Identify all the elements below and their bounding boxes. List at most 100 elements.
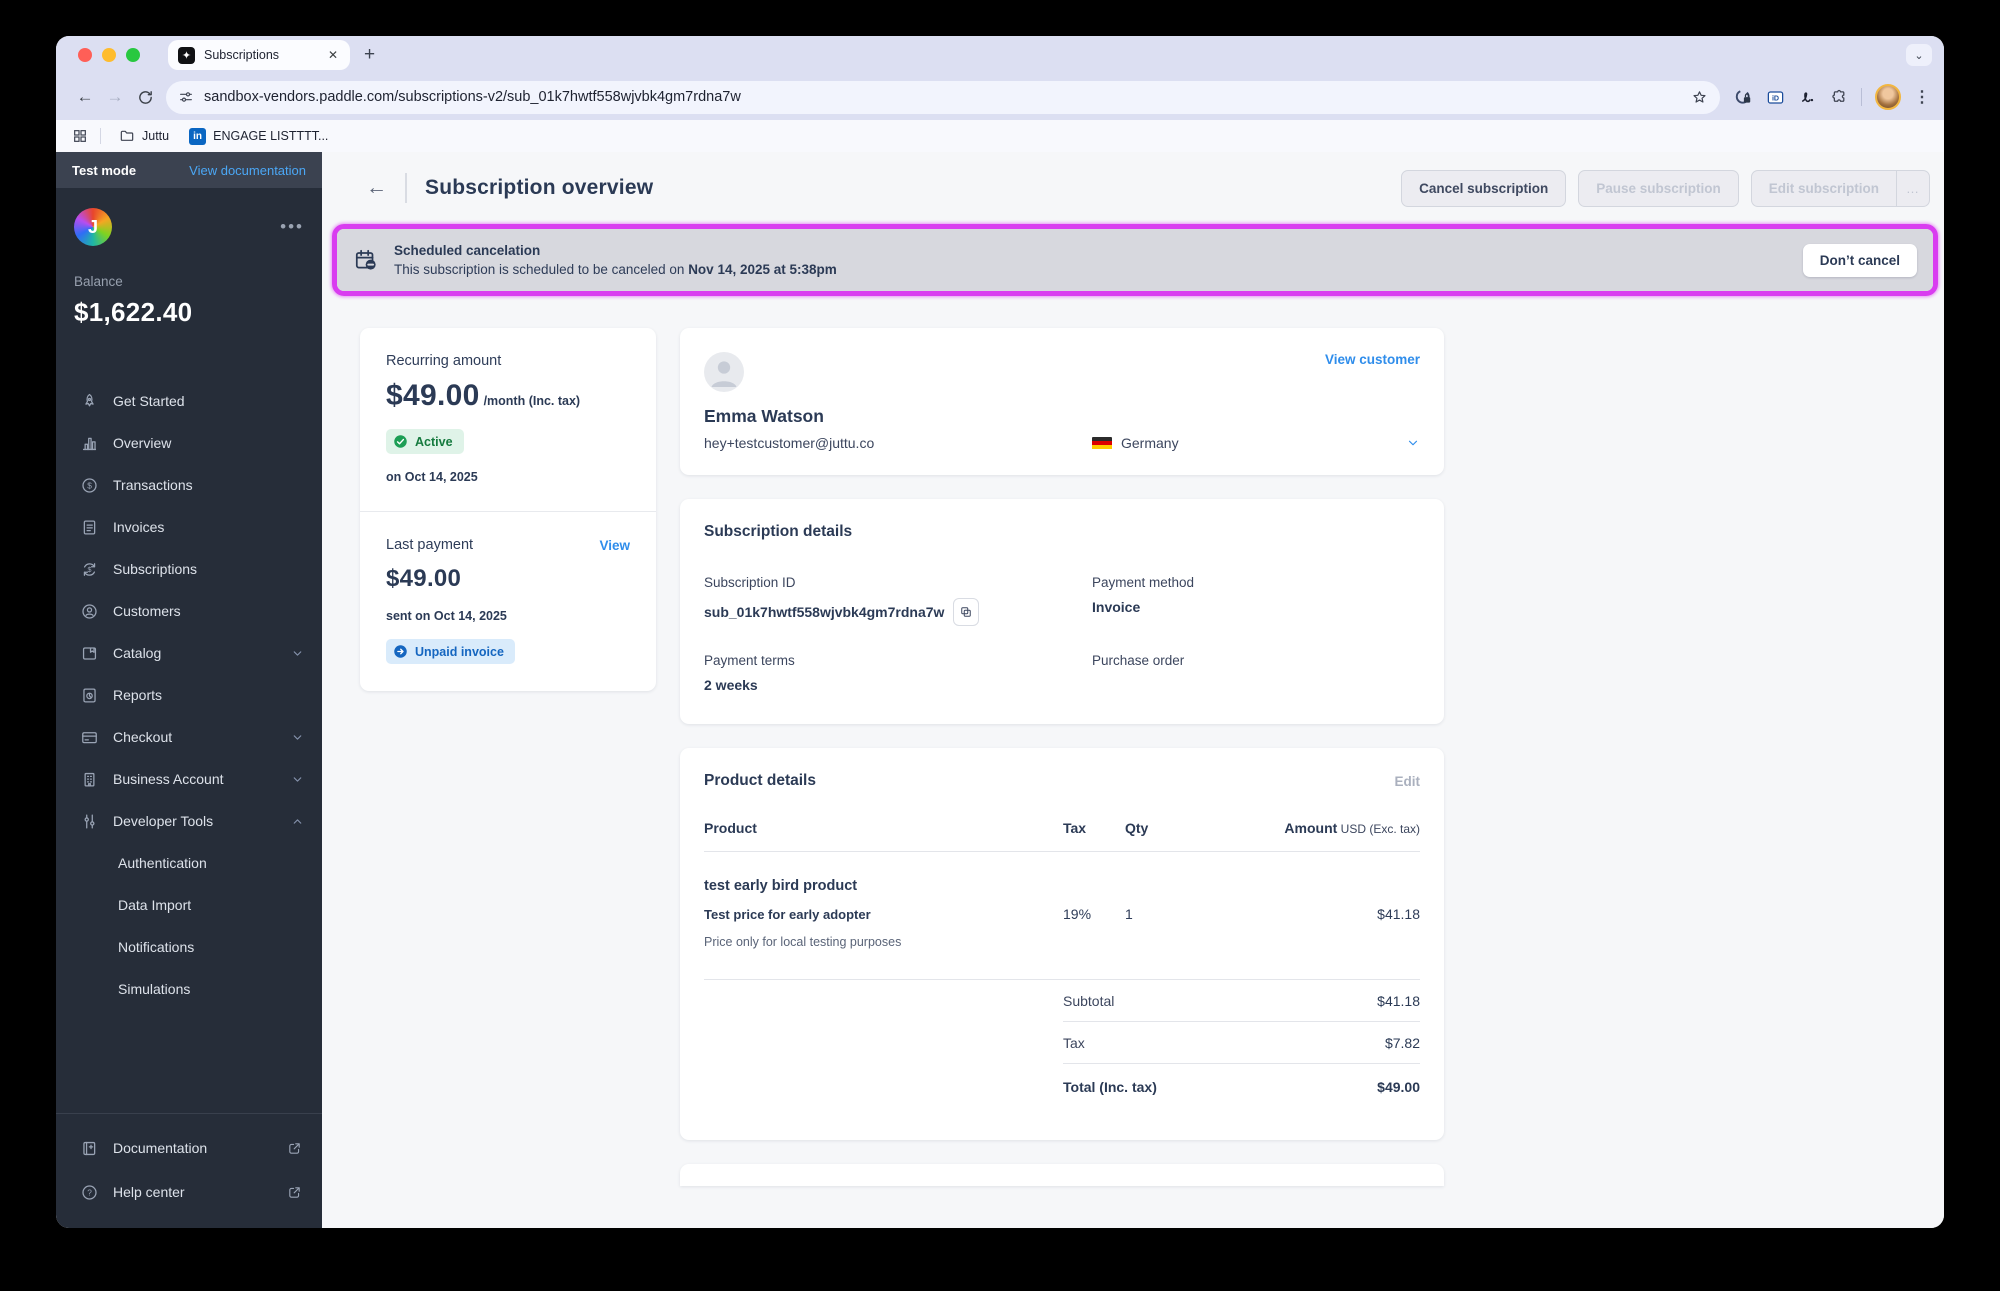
last-payment-section: Last payment View $49.00 sent on Oct 14,… [360,512,656,691]
building-icon [80,770,99,789]
sidebar-subitem-label: Authentication [118,855,207,871]
id-extension-icon[interactable]: iD [1766,88,1785,107]
totals-table: Subtotal $41.18 Tax $7.82 Total (Inc. tax)… [1063,980,1420,1110]
sidebar-item-catalog[interactable]: Catalog [56,632,322,674]
sidebar-item-label: Customers [113,603,181,619]
browser-toolbar: ← → sandbox-vendors.paddle.com/subscript… [56,74,1944,120]
sidebar-item-label: Help center [113,1184,185,1200]
edit-products-link[interactable]: Edit [1395,774,1421,789]
balance-label: Balance [74,274,123,289]
sidebar-item-label: Get Started [113,393,185,409]
sidebar-subitem-simulations[interactable]: Simulations [56,968,322,1010]
reload-icon[interactable] [130,82,160,112]
maximize-window-button[interactable] [126,48,140,62]
sidebar-item-developer-tools[interactable]: Developer Tools [56,800,322,842]
browser-menu-kebab-icon[interactable]: ⋮ [1914,87,1930,107]
dont-cancel-button[interactable]: Don’t cancel [1802,243,1917,277]
sidebar-item-transactions[interactable]: $ Transactions [56,464,322,506]
forward-icon[interactable]: → [100,82,130,112]
sidebar-item-overview[interactable]: Overview [56,422,322,464]
view-payment-link[interactable]: View [599,538,630,553]
back-arrow-icon[interactable]: ← [366,176,387,200]
minimize-window-button[interactable] [102,48,116,62]
product-table-header: Product Tax Qty Amount USD (Exc. tax) [704,820,1420,852]
recurring-amount-value: $49.00 [386,379,480,412]
apps-grid-icon[interactable] [72,128,88,144]
window-controls [78,48,140,62]
chevron-down-icon [291,731,304,744]
main-content: ← Subscription overview Cancel subscript… [322,152,1944,1228]
product-name: test early bird product [704,878,858,894]
dollar-circle-icon: $ [80,476,99,495]
sidebar-item-get-started[interactable]: Get Started [56,380,322,422]
password-manager-extension-icon[interactable] [1734,88,1753,107]
tab-close-icon[interactable]: ✕ [326,48,340,62]
close-window-button[interactable] [78,48,92,62]
recurring-dollar-icon: $ [80,560,99,579]
address-bar[interactable]: sandbox-vendors.paddle.com/subscriptions… [166,80,1720,114]
bookmark-label: Juttu [142,129,170,143]
sidebar-item-label: Reports [113,687,163,703]
folder-icon [120,130,134,141]
vendor-menu-ellipsis-icon[interactable]: ••• [280,217,304,237]
sidebar-item-business-account[interactable]: Business Account [56,758,322,800]
site-settings-icon[interactable] [178,89,194,105]
back-icon[interactable]: ← [70,82,100,112]
sidebar-item-customers[interactable]: Customers [56,590,322,632]
tab-title: Subscriptions [204,48,280,62]
copy-icon[interactable] [953,598,980,626]
sidebar-item-help-center[interactable]: ? Help center [56,1170,322,1214]
tab-search-button[interactable]: ⌄ [1906,44,1932,66]
sidebar-item-subscriptions[interactable]: $ Subscriptions [56,548,322,590]
sidebar-item-reports[interactable]: Reports [56,674,322,716]
column-product: Product [704,820,757,836]
product-details-title: Product details [704,772,816,789]
calendar-minus-icon [353,247,379,273]
sidebar-item-documentation[interactable]: Documentation [56,1126,322,1170]
customer-name: Emma Watson [704,406,824,426]
extensions-puzzle-icon[interactable] [1830,88,1848,106]
product-qty: 1 [1125,905,1133,922]
sidebar-subitem-label: Simulations [118,981,191,997]
test-mode-bar: Test mode View documentation [56,152,322,188]
pause-subscription-button[interactable]: Pause subscription [1578,169,1739,207]
payment-summary-card: Recurring amount $49.00/month (Inc. tax)… [360,328,656,691]
sidebar-subitem-authentication[interactable]: Authentication [56,842,322,884]
browser-tab[interactable]: ✦ Subscriptions ✕ [168,40,350,70]
new-tab-button[interactable]: + [364,44,375,66]
view-documentation-link[interactable]: View documentation [189,163,306,178]
url-text: sandbox-vendors.paddle.com/subscriptions… [204,89,741,105]
sidebar-subitem-notifications[interactable]: Notifications [56,926,322,968]
bookmark-folder-juttu[interactable]: Juttu [113,128,175,144]
field-subscription-id: Subscription ID sub_01k7hwtf558wjvbk4gm7… [704,575,1092,626]
browser-profile-avatar[interactable] [1875,84,1901,110]
view-customer-link[interactable]: View customer [1325,352,1420,367]
sidebar-item-invoices[interactable]: Invoices [56,506,322,548]
product-note: Price only for local testing purposes [704,935,902,949]
expand-chevron-down-icon[interactable] [1406,436,1420,450]
customer-country: Germany [1092,435,1406,451]
sidebar-item-label: Subscriptions [113,561,198,577]
bookmarks-divider [100,128,101,144]
unpaid-invoice-badge[interactable]: Unpaid invoice [386,639,515,664]
test-mode-label: Test mode [72,162,137,178]
bookmark-engage-list[interactable]: in ENGAGE LISTTTT... [183,127,334,145]
sidebar-item-label: Catalog [113,645,162,661]
bookmark-star-icon[interactable] [1691,89,1708,106]
vendor-avatar[interactable]: J [74,208,112,246]
check-circle-icon [394,435,407,448]
magenta-annotation-highlight: Scheduled cancelation This subscription … [332,224,1938,296]
cancel-subscription-button[interactable]: Cancel subscription [1401,169,1567,207]
sidebar-subitem-label: Data Import [118,897,192,913]
sidebar-item-checkout[interactable]: Checkout [56,716,322,758]
sidebar-subitem-data-import[interactable]: Data Import [56,884,322,926]
edit-subscription-button[interactable]: Edit subscription [1750,169,1896,207]
field-purchase-order: Purchase order [1092,653,1420,694]
report-document-icon [80,686,99,705]
status-badge-active: Active [386,429,464,454]
field-payment-method: Payment method Invoice [1092,575,1420,626]
catalog-box-icon [80,644,99,663]
more-actions-ellipsis-icon[interactable]: … [1896,169,1930,207]
subscription-details-card: Subscription details Subscription ID sub… [680,499,1444,724]
l-logo-extension-icon[interactable] [1798,88,1817,107]
